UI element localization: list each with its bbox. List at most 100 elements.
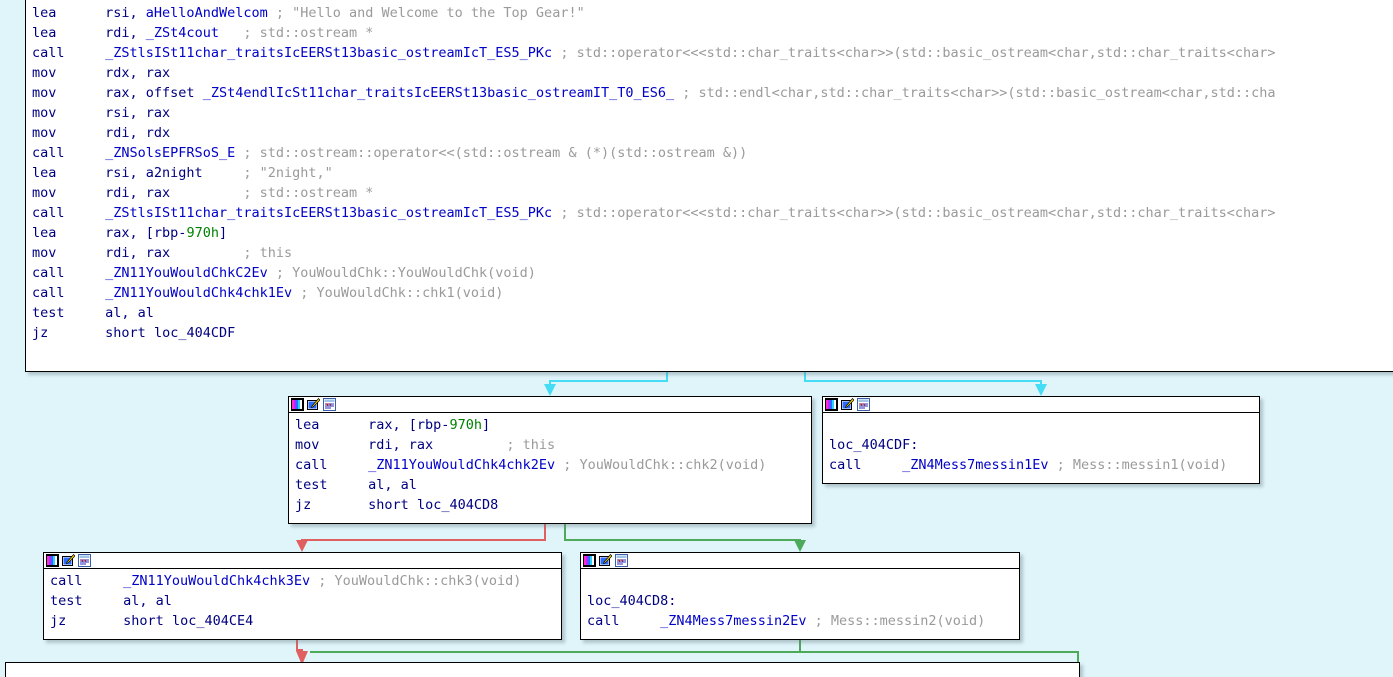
disassembly-line[interactable]: lea rax, [rbp-970h] bbox=[32, 223, 1393, 243]
instruction-operands: _ZSt4endlIcSt11char_traitsIcEERSt13basic… bbox=[202, 85, 675, 101]
edit-icon[interactable] bbox=[307, 398, 320, 411]
instruction-operands: rax, [rbp- bbox=[105, 225, 187, 241]
edge-top-to-cdf bbox=[804, 372, 1047, 396]
disassembly-line[interactable]: test al, al bbox=[295, 475, 811, 495]
instruction-mnemonic: lea bbox=[32, 25, 106, 41]
disassembly-line[interactable]: mov rdi, rax ; this bbox=[295, 435, 811, 455]
palette-icon[interactable] bbox=[291, 398, 304, 411]
palette-icon[interactable] bbox=[46, 554, 59, 567]
window-icon[interactable] bbox=[857, 398, 870, 411]
node-titlebar[interactable] bbox=[44, 553, 561, 569]
instruction-mnemonic: call bbox=[32, 265, 106, 281]
window-icon[interactable] bbox=[615, 554, 628, 567]
instruction-operands: al, al bbox=[368, 477, 417, 493]
instruction-comment: ; this bbox=[433, 437, 556, 453]
instruction-comment: ; std::ostream * bbox=[218, 25, 374, 41]
instruction-mnemonic: mov bbox=[295, 437, 369, 453]
disassembly-line[interactable]: call _ZStlsISt11char_traitsIcEERSt13basi… bbox=[32, 203, 1393, 223]
instruction-operands: rdi, bbox=[105, 25, 146, 41]
disassembly-line[interactable]: call _ZN11YouWouldChk4chk1Ev ; YouWouldC… bbox=[32, 283, 1393, 303]
instruction-mnemonic: lea bbox=[295, 417, 369, 433]
instruction-operands: rsi, bbox=[105, 5, 146, 21]
instruction-mnemonic: call bbox=[32, 45, 106, 61]
disassembly-line[interactable]: lea rsi, a2night ; "2night," bbox=[32, 163, 1393, 183]
graph-node-next[interactable] bbox=[5, 662, 1080, 677]
instruction-operands: _ZN4Mess7messin2Ev bbox=[660, 613, 807, 629]
disassembly-line[interactable]: jz short loc_404CD8 bbox=[295, 495, 811, 515]
disassembly-line[interactable]: mov rsi, rax bbox=[32, 103, 1393, 123]
instruction-comment: ; YouWouldChk::YouWouldChk(void) bbox=[267, 265, 536, 281]
disassembly-line[interactable]: test al, al bbox=[50, 591, 561, 611]
graph-node-chk3[interactable]: call _ZN11YouWouldChk4chk3Ev ; YouWouldC… bbox=[43, 552, 562, 640]
graph-node-loc-404CD8[interactable]: loc_404CD8:call _ZN4Mess7messin2Ev ; Mes… bbox=[580, 552, 1020, 640]
disassembly-line[interactable]: lea rdi, _ZSt4cout ; std::ostream * bbox=[32, 23, 1393, 43]
location-label: loc_404CDF: bbox=[829, 437, 919, 453]
node-titlebar[interactable] bbox=[581, 553, 1019, 569]
disassembly-line[interactable]: call _ZN4Mess7messin2Ev ; Mess::messin2(… bbox=[587, 611, 1019, 631]
node-body: xor eax, eax lea rsi, aHelloAndWelcom ; "… bbox=[26, 0, 1393, 346]
location-label: loc_404CE4 bbox=[171, 613, 254, 629]
window-icon[interactable] bbox=[78, 554, 91, 567]
node-body: loc_404CD8:call _ZN4Mess7messin2Ev ; Mes… bbox=[581, 569, 1019, 634]
instruction-operands: rax, [rbp- bbox=[368, 417, 450, 433]
instruction-operands: _ZSt4cout bbox=[145, 25, 219, 41]
instruction-comment: ; std::operator<<<std::char_traits<char>… bbox=[552, 45, 1276, 61]
instruction-operands: al, al bbox=[105, 305, 154, 321]
disassembly-line[interactable]: mov rdi, rax ; std::ostream * bbox=[32, 183, 1393, 203]
instruction-operands: _ZN11YouWouldChkC2Ev bbox=[105, 265, 268, 281]
instruction-operands: short bbox=[368, 497, 417, 513]
disassembly-line[interactable]: call _ZStlsISt11char_traitsIcEERSt13basi… bbox=[32, 43, 1393, 63]
node-body: call _ZN11YouWouldChk4chk3Ev ; YouWouldC… bbox=[44, 569, 561, 634]
disassembly-line[interactable]: lea rax, [rbp-970h] bbox=[295, 415, 811, 435]
disassembly-line[interactable]: call _ZN11YouWouldChk4chk3Ev ; YouWouldC… bbox=[50, 571, 561, 591]
instruction-operands: rdi, rax bbox=[105, 245, 171, 261]
location-label: loc_404CDF bbox=[153, 325, 236, 341]
instruction-mnemonic: call bbox=[32, 285, 106, 301]
instruction-mnemonic: test bbox=[32, 305, 106, 321]
instruction-operands: ] bbox=[481, 417, 491, 433]
disassembly-line[interactable]: lea rsi, aHelloAndWelcom ; "Hello and We… bbox=[32, 3, 1393, 23]
instruction-operands: rdx, rax bbox=[105, 65, 171, 81]
location-label: loc_404CD8: bbox=[587, 593, 677, 609]
instruction-operands: rdi, rax bbox=[105, 185, 171, 201]
instruction-comment: ; std::ostream::operator<<(std::ostream … bbox=[235, 145, 748, 161]
disassembly-line[interactable]: jz short loc_404CE4 bbox=[50, 611, 561, 631]
location-label-line: loc_404CD8: bbox=[587, 591, 1019, 611]
instruction-comment: ; "Hello and Welcome to the Top Gear!" bbox=[267, 5, 585, 21]
instruction-operands: al, al bbox=[123, 593, 172, 609]
disassembly-line[interactable]: jz short loc_404CDF bbox=[32, 323, 1393, 343]
node-titlebar[interactable] bbox=[289, 397, 811, 413]
instruction-operands: _ZN11YouWouldChk4chk1Ev bbox=[105, 285, 293, 301]
disassembly-line[interactable]: mov rax, offset _ZSt4endlIcSt11char_trai… bbox=[32, 83, 1393, 103]
instruction-mnemonic: jz bbox=[295, 497, 369, 513]
disassembly-line[interactable]: call _ZNSolsEPFRSoS_E ; std::ostream::op… bbox=[32, 143, 1393, 163]
disassembly-line[interactable]: mov rdi, rax ; this bbox=[32, 243, 1393, 263]
graph-node-chk2[interactable]: lea rax, [rbp-970h] mov rdi, rax ; this ca… bbox=[288, 396, 812, 524]
instruction-comment: ; Mess::messin1(void) bbox=[1048, 457, 1228, 473]
instruction-mnemonic: call bbox=[587, 613, 661, 629]
instruction-mnemonic: lea bbox=[32, 225, 106, 241]
instruction-comment: ; std::ostream * bbox=[170, 185, 374, 201]
edge-top-to-chk2 bbox=[544, 372, 668, 396]
graph-canvas[interactable]: xor eax, eax lea rsi, aHelloAndWelcom ; "… bbox=[0, 0, 1393, 677]
graph-node-entry[interactable]: xor eax, eax lea rsi, aHelloAndWelcom ; "… bbox=[25, 0, 1393, 372]
instruction-operands: _ZN11YouWouldChk4chk3Ev bbox=[123, 573, 311, 589]
window-icon[interactable] bbox=[323, 398, 336, 411]
edit-icon[interactable] bbox=[599, 554, 612, 567]
graph-node-loc-404CDF[interactable]: loc_404CDF:call _ZN4Mess7messin1Ev ; Mes… bbox=[822, 396, 1260, 484]
edit-icon[interactable] bbox=[62, 554, 75, 567]
edit-icon[interactable] bbox=[841, 398, 854, 411]
disassembly-line[interactable]: call _ZN11YouWouldChkC2Ev ; YouWouldChk:… bbox=[32, 263, 1393, 283]
palette-icon[interactable] bbox=[583, 554, 596, 567]
disassembly-line[interactable]: mov rdx, rax bbox=[32, 63, 1393, 83]
node-body: loc_404CDF:call _ZN4Mess7messin1Ev ; Mes… bbox=[823, 413, 1259, 478]
node-titlebar[interactable] bbox=[823, 397, 1259, 413]
disassembly-line[interactable]: test al, al bbox=[32, 303, 1393, 323]
disassembly-line[interactable]: mov rdi, rdx bbox=[32, 123, 1393, 143]
palette-icon[interactable] bbox=[825, 398, 838, 411]
instruction-comment: ; "2night," bbox=[202, 165, 333, 181]
instruction-mnemonic: mov bbox=[32, 65, 106, 81]
location-label-line: loc_404CDF: bbox=[829, 435, 1259, 455]
disassembly-line[interactable]: call _ZN4Mess7messin1Ev ; Mess::messin1(… bbox=[829, 455, 1259, 475]
disassembly-line[interactable]: call _ZN11YouWouldChk4chk2Ev ; YouWouldC… bbox=[295, 455, 811, 475]
